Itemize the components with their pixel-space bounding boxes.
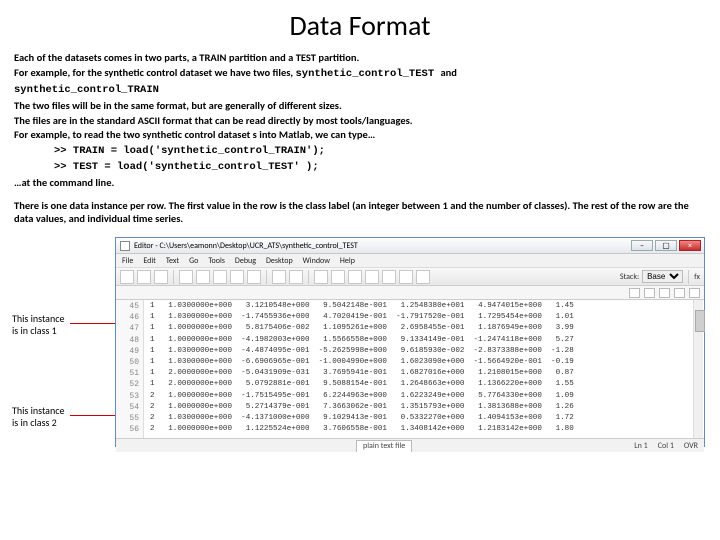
editor-body: 45 46 47 48 49 50 51 52 53 54 55 56 1 1.…: [116, 300, 704, 438]
status-col: Col 1: [658, 441, 674, 451]
status-line: Ln 1: [634, 441, 647, 451]
menu-tools[interactable]: Tools: [208, 256, 225, 266]
maximize-pane-icon[interactable]: [659, 288, 670, 298]
secondary-toolbar: [116, 286, 704, 300]
toolbar-step-in-icon[interactable]: [382, 270, 396, 284]
code-area[interactable]: 1 1.0300000e+000 3.1210548e+000 9.504214…: [144, 300, 704, 438]
app-icon: [120, 241, 130, 251]
code-line-1: >> TRAIN = load('synthetic_control_TRAIN…: [54, 145, 325, 157]
minimize-button[interactable]: –: [631, 240, 653, 251]
window-title-text: Editor - C:\Users\eamonn\Desktop\UCR_ATS…: [134, 241, 358, 251]
toolbar-new-icon[interactable]: [120, 270, 134, 284]
page-title: Data Format: [0, 0, 720, 47]
line-2c: and: [440, 66, 456, 79]
line-1: Each of the datasets comes in two parts,…: [14, 51, 359, 64]
toolbar-open-icon[interactable]: [137, 270, 151, 284]
menu-debug[interactable]: Debug: [235, 256, 256, 266]
toolbar-breakpoint-icon[interactable]: [348, 270, 362, 284]
line-10: There is one data instance per row. The …: [14, 199, 689, 226]
toolbar-copy-icon[interactable]: [196, 270, 210, 284]
toolbar-cut-icon[interactable]: [179, 270, 193, 284]
toolbar: Stack: Base fx: [116, 268, 704, 286]
editor-window: Editor - C:\Users\eamonn\Desktop\UCR_ATS…: [115, 237, 705, 447]
menu-text[interactable]: Text: [166, 256, 179, 266]
line-5: The files are in the standard ASCII form…: [14, 114, 413, 127]
close-button[interactable]: ×: [679, 240, 701, 251]
toolbar-run-section-icon[interactable]: [331, 270, 345, 284]
menu-desktop[interactable]: Desktop: [266, 256, 293, 266]
float-icon[interactable]: [689, 288, 700, 298]
window-titlebar: Editor - C:\Users\eamonn\Desktop\UCR_ATS…: [116, 238, 704, 254]
toolbar-print-icon[interactable]: [272, 270, 286, 284]
dock-icon[interactable]: [629, 288, 640, 298]
menu-window[interactable]: Window: [303, 256, 330, 266]
line-gutter: 45 46 47 48 49 50 51 52 53 54 55 56: [116, 300, 144, 438]
stack-selector[interactable]: Base: [642, 270, 683, 283]
menu-go[interactable]: Go: [189, 256, 198, 266]
toolbar-find-icon[interactable]: [289, 270, 303, 284]
maximize-button[interactable]: ▢: [655, 240, 677, 251]
line-9: …at the command line.: [14, 176, 114, 189]
toolbar-redo-icon[interactable]: [247, 270, 261, 284]
toolbar-save-icon[interactable]: [154, 270, 168, 284]
menu-file[interactable]: File: [122, 256, 133, 266]
line-6: For example, to read the two synthetic c…: [14, 128, 375, 141]
toolbar-continue-icon[interactable]: [416, 270, 430, 284]
line-3: synthetic_control_TRAIN: [14, 84, 159, 96]
status-ovr: OVR: [684, 441, 698, 451]
toolbar-run-icon[interactable]: [314, 270, 328, 284]
fx-button[interactable]: fx: [694, 272, 700, 282]
status-bar: plain text file Ln 1 Col 1 OVR: [116, 438, 704, 452]
menu-bar: File Edit Text Go Tools Debug Desktop Window Hel…: [116, 254, 704, 268]
menu-help[interactable]: Help: [340, 256, 355, 266]
scrollbar-vertical[interactable]: [693, 300, 703, 438]
code-line-2: >> TEST = load('synthetic_control_TEST' …: [54, 161, 319, 173]
line-2a: For example, for the synthetic control d…: [14, 66, 296, 79]
toolbar-paste-icon[interactable]: [213, 270, 227, 284]
menu-edit[interactable]: Edit: [143, 256, 156, 266]
line-2b: synthetic_control_TEST: [296, 68, 441, 80]
undock-icon[interactable]: [644, 288, 655, 298]
toolbar-undo-icon[interactable]: [230, 270, 244, 284]
tile-icon[interactable]: [674, 288, 685, 298]
annotation-class-2: This instance is in class 2: [12, 405, 72, 429]
toolbar-step-out-icon[interactable]: [399, 270, 413, 284]
body-text: Each of the datasets comes in two parts,…: [0, 47, 720, 231]
line-4: The two files will be in the same format…: [14, 99, 342, 112]
stack-label: Stack:: [620, 272, 639, 282]
toolbar-step-icon[interactable]: [365, 270, 379, 284]
file-tab[interactable]: plain text file: [356, 440, 412, 452]
annotation-class-1: This instance is in class 1: [12, 313, 72, 337]
